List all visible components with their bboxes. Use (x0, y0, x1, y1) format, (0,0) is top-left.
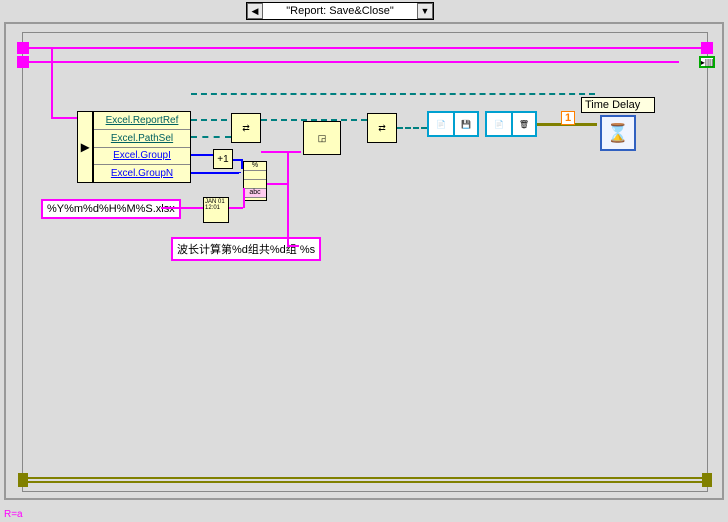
tunnel-error-right (702, 473, 712, 487)
outer-structure-frame: ▸|||| ▸ Excel.ReportRef Excel.PathSel Ex… (4, 22, 724, 500)
case-selector[interactable]: ◀ "Report: Save&Close" ▼ (246, 2, 434, 20)
tunnel-error-left (18, 473, 28, 487)
tunnel-right-green: ▸|||| (699, 56, 715, 68)
wire-format-up (287, 151, 289, 245)
time-delay-label: Time Delay (581, 97, 655, 113)
case-dropdown-arrow[interactable]: ▼ (417, 3, 433, 19)
wire-to-caption (287, 245, 299, 247)
unbundle-cluster[interactable]: Excel.ReportRef Excel.PathSel Excel.Grou… (93, 111, 191, 183)
wire-b1-out (261, 151, 301, 153)
case-prev-arrow[interactable]: ◀ (247, 3, 263, 19)
wire-down-to-cluster (51, 47, 53, 117)
save-report-node[interactable]: 📄 💾 (427, 111, 479, 137)
wire-ts-out (229, 207, 243, 209)
footer-label: R=a (4, 509, 23, 520)
wire-error-rail-bottom (23, 477, 709, 483)
cluster-selector-icon: ▸ (77, 111, 93, 183)
bundle-node-1[interactable]: ⇄ (231, 113, 261, 143)
tunnel-left-1 (17, 42, 29, 54)
cluster-row-groupi[interactable]: Excel.GroupI (94, 148, 190, 166)
wire-groupn (191, 172, 239, 174)
transform-node[interactable]: ◲ (303, 121, 341, 155)
wire-cluster-top (23, 47, 709, 49)
string-const-caption[interactable]: 波长计算第%d组共%d组 %s (171, 237, 321, 261)
numeric-const-one[interactable]: 1 (561, 111, 575, 125)
wire-ts-up (243, 188, 245, 208)
increment-node[interactable]: +1 (213, 149, 233, 169)
case-label: "Report: Save&Close" (263, 5, 417, 17)
time-delay-icon: ⌛ (600, 115, 636, 151)
wire-pathsel (191, 136, 231, 138)
bundle-node-2[interactable]: ⇄ (367, 113, 397, 143)
wire-cluster-2 (23, 61, 679, 63)
cluster-row-reportref[interactable]: Excel.ReportRef (94, 112, 190, 130)
cluster-row-pathsel[interactable]: Excel.PathSel (94, 130, 190, 148)
time-delay-vi[interactable]: Time Delay ⌛ (581, 97, 655, 151)
close-report-node[interactable]: 📄 🗑 (485, 111, 537, 137)
tunnel-left-2 (17, 56, 29, 68)
case-structure-frame: ▸|||| ▸ Excel.ReportRef Excel.PathSel Ex… (22, 32, 708, 492)
cluster-row-groupn[interactable]: Excel.GroupN (94, 165, 190, 182)
format-into-string-node[interactable]: %abc (243, 161, 267, 201)
wire-to-cluster (51, 117, 77, 119)
wire-b2-out (397, 127, 427, 129)
timestamp-format-node[interactable]: JAN 01 12:01 (203, 197, 229, 223)
string-const-filename[interactable]: %Y%m%d%H%M%S.xlsx (41, 199, 181, 219)
tunnel-right-1 (701, 42, 713, 54)
wire-reportref-top (191, 93, 595, 95)
wire-fn-to-ts (161, 207, 203, 209)
wire-groupn-conn (239, 172, 241, 173)
wire-format-out (267, 183, 287, 185)
wire-groupi (191, 154, 213, 156)
